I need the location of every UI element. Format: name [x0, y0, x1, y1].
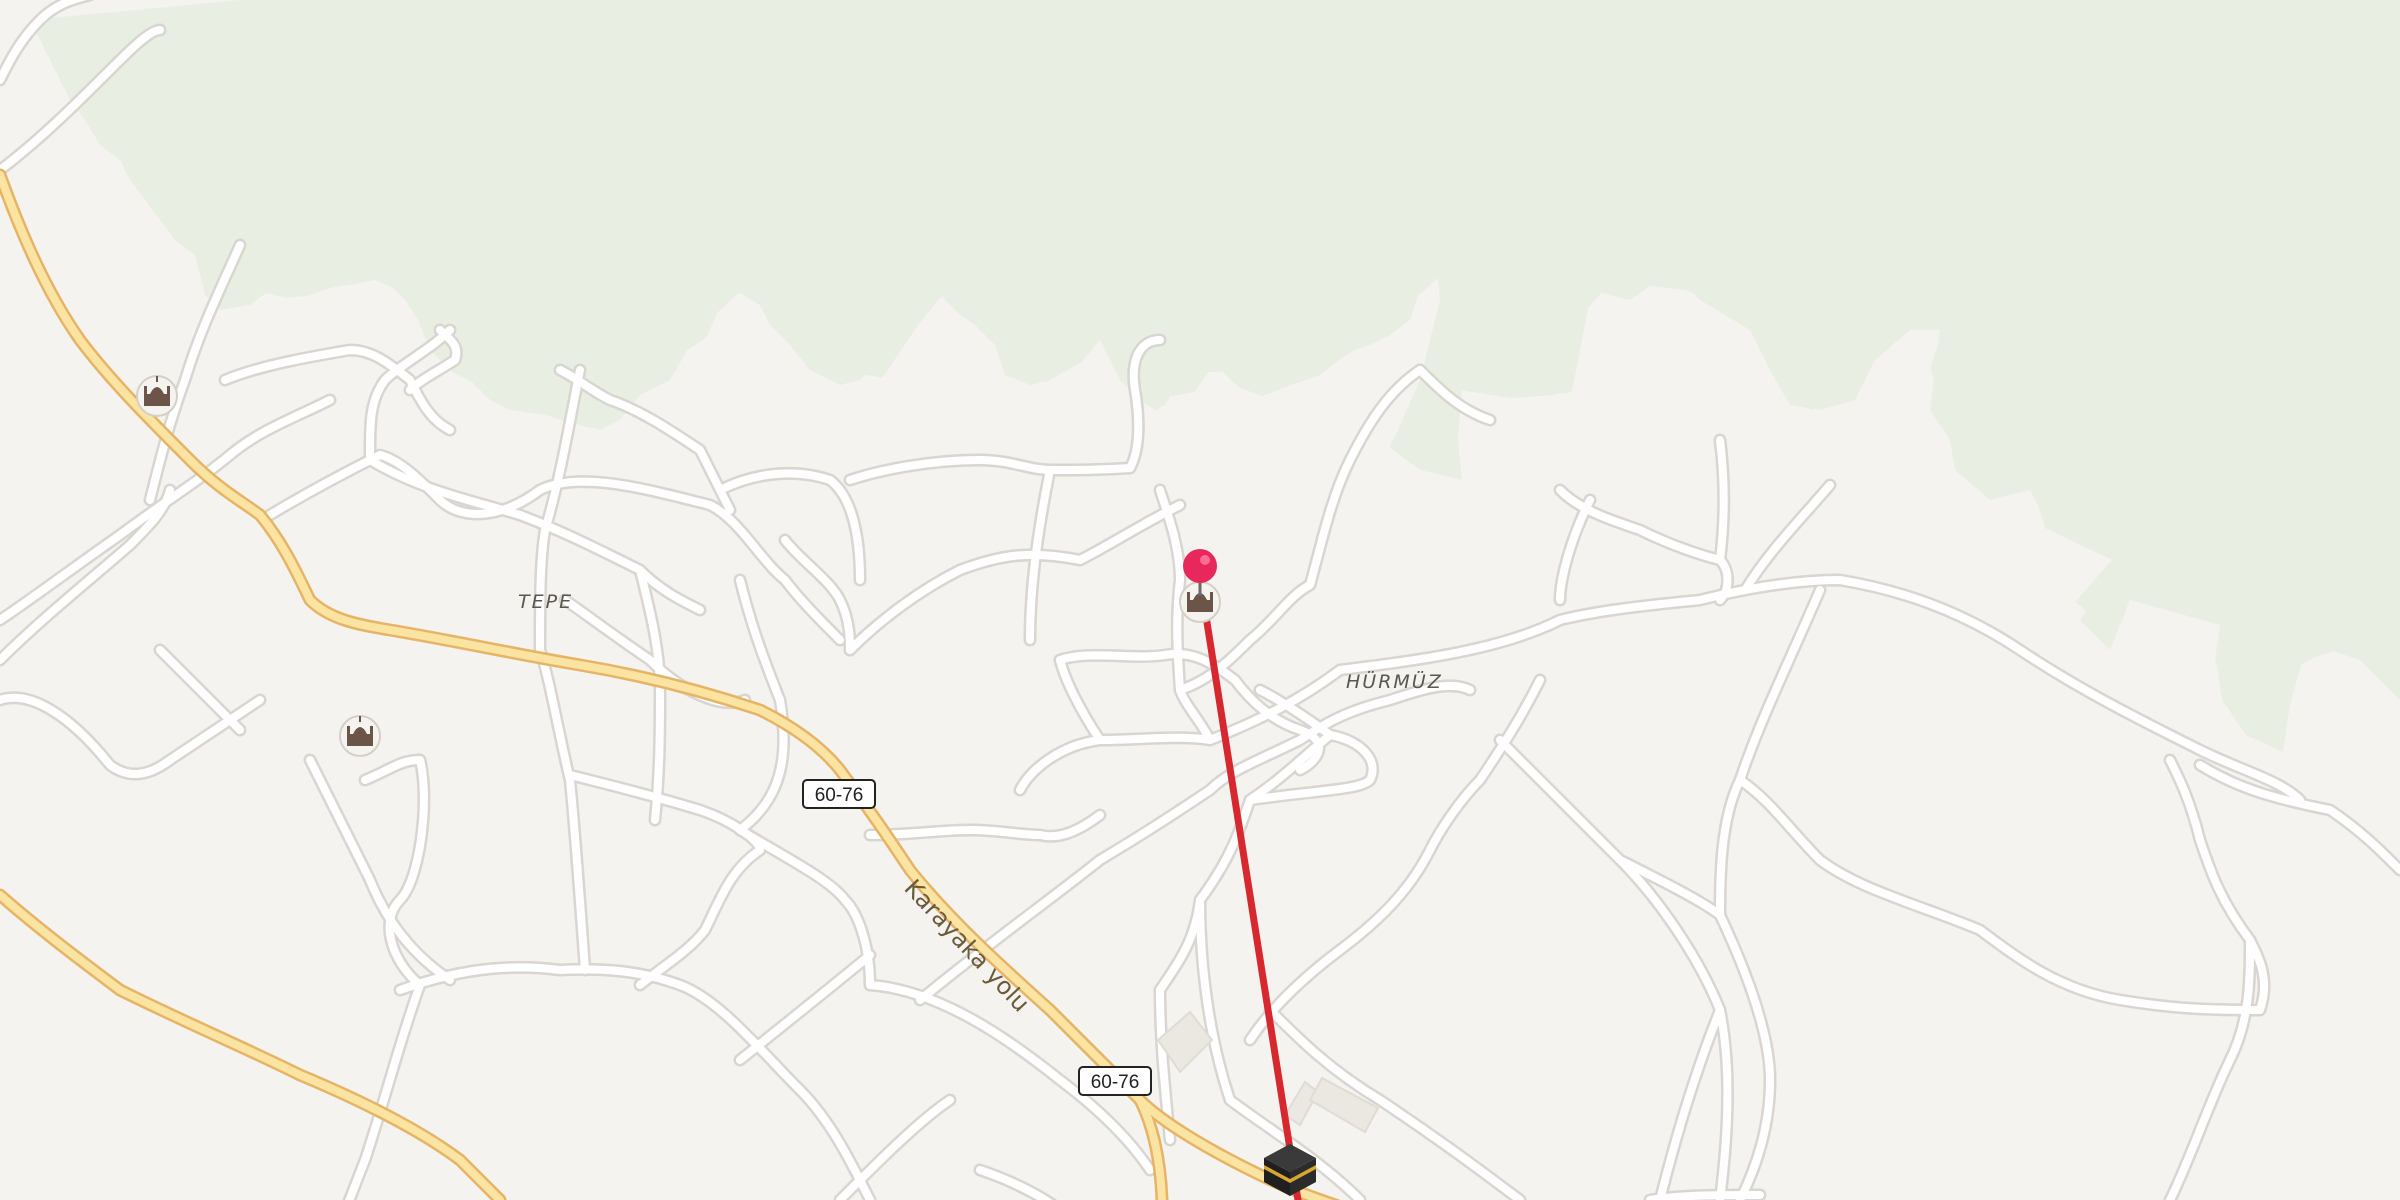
map-canvas[interactable]: TEPE HÜRMÜZ Karayaka yolu 60-76 60-76: [0, 0, 2400, 1200]
place-label-tepe: TEPE: [518, 591, 573, 613]
mosque-poi-2[interactable]: [339, 715, 381, 757]
location-pin-icon: [1183, 549, 1217, 583]
place-label-hurmuz: HÜRMÜZ: [1346, 670, 1443, 693]
route-shield-upper-label: 60-76: [815, 785, 864, 806]
mosque-poi-1[interactable]: [136, 375, 178, 417]
route-shield-lower[interactable]: 60-76: [1078, 1066, 1152, 1096]
route-shield-lower-label: 60-76: [1091, 1072, 1140, 1093]
route-shield-upper[interactable]: 60-76: [802, 779, 876, 809]
